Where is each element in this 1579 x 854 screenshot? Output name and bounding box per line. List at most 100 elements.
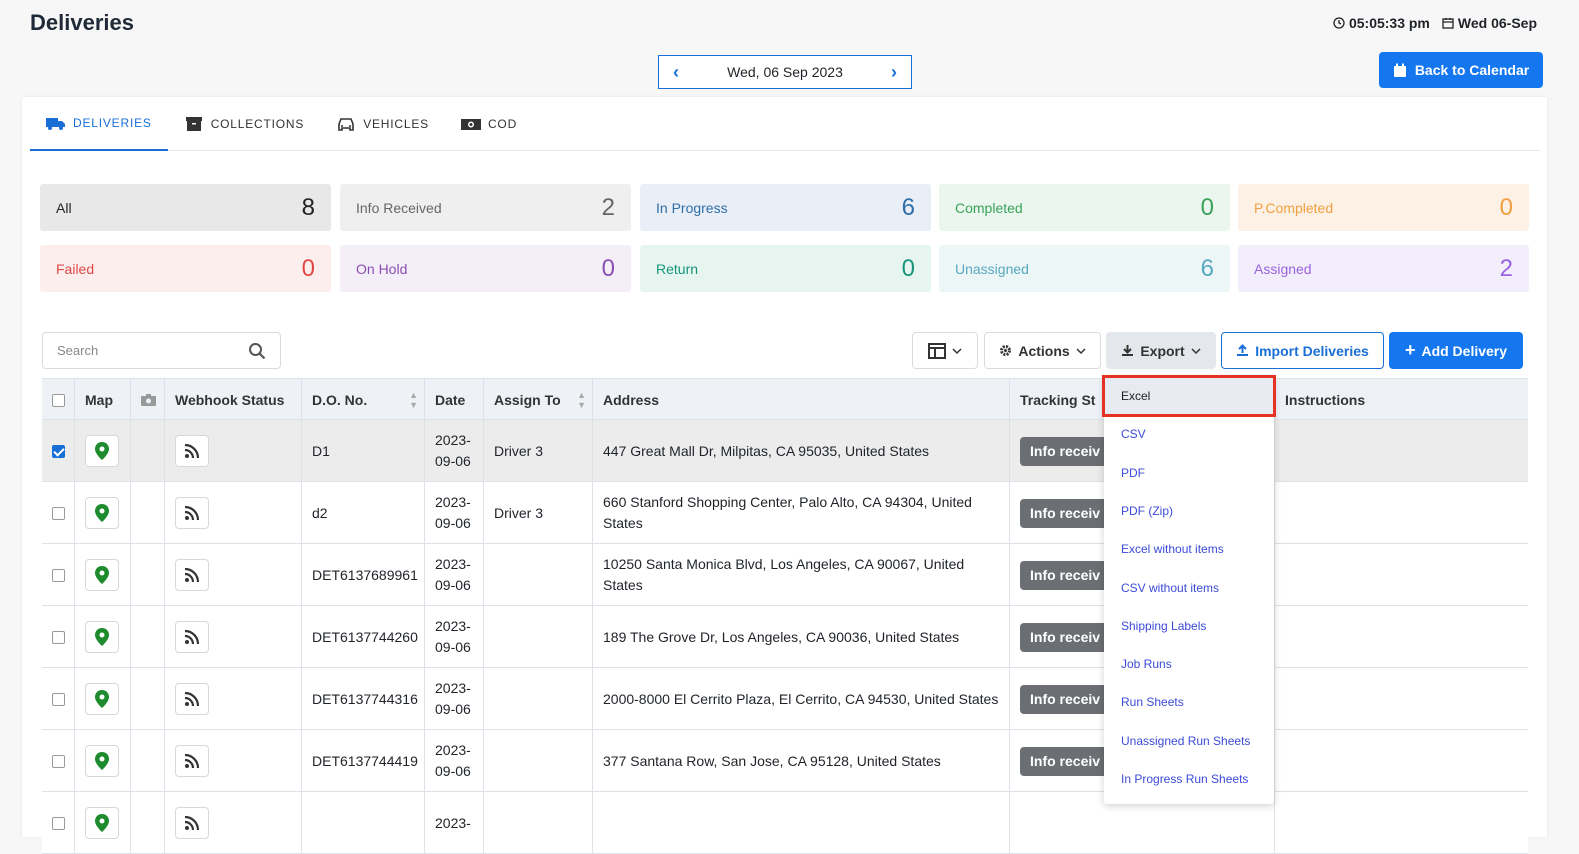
status-filter-in-progress[interactable]: In Progress 6 <box>640 184 931 231</box>
col-assign-to[interactable]: Assign To ▲ ▼ <box>484 379 593 421</box>
map-cell <box>75 606 131 668</box>
webhook-button[interactable] <box>175 683 209 715</box>
row-checkbox[interactable] <box>52 568 65 582</box>
webhook-button[interactable] <box>175 807 209 839</box>
tab-deliveries[interactable]: DELIVERIES <box>30 97 168 151</box>
status-filter-label: On Hold <box>356 260 408 277</box>
instructions <box>1275 544 1528 606</box>
table-row[interactable]: DET6137744419 2023- 09-06 377 Santana Row, … <box>42 730 1528 792</box>
current-date: Wed 06-Sep <box>1457 15 1537 31</box>
row-checkbox[interactable] <box>52 692 65 706</box>
col-date[interactable]: Date <box>425 379 484 421</box>
row-checkbox[interactable] <box>52 506 65 520</box>
col-address[interactable]: Address <box>593 379 1010 421</box>
search-icon <box>249 342 266 359</box>
search-input[interactable]: Search <box>42 332 281 369</box>
status-filter-all[interactable]: All 8 <box>40 184 331 231</box>
status-filter-failed[interactable]: Failed 0 <box>40 245 331 292</box>
do-number[interactable]: DET6137744316 <box>302 668 425 730</box>
map-button[interactable] <box>85 621 119 653</box>
export-option-unassigned-run-sheets[interactable]: Unassigned Run Sheets <box>1104 722 1274 760</box>
export-option-pdf-zip[interactable]: PDF (Zip) <box>1104 492 1274 530</box>
do-number[interactable]: DET6137689961 <box>302 544 425 606</box>
actions-button[interactable]: Actions <box>984 332 1101 369</box>
do-number[interactable]: D1 <box>302 420 425 482</box>
map-button[interactable] <box>85 435 119 467</box>
column-toggle-button[interactable] <box>912 332 978 369</box>
map-button[interactable] <box>85 559 119 591</box>
date-cell: 2023- <box>425 792 484 854</box>
row-checkbox[interactable] <box>52 816 65 830</box>
export-option-excel[interactable]: Excel <box>1102 375 1276 417</box>
webhook-button[interactable] <box>175 435 209 467</box>
tab-vehicles[interactable]: VEHICLES <box>320 97 445 151</box>
status-filter-unassigned[interactable]: Unassigned 6 <box>939 245 1230 292</box>
col-instructions[interactable]: Instructions <box>1275 379 1528 421</box>
export-option-shipping-labels[interactable]: Shipping Labels <box>1104 607 1274 645</box>
col-do-no[interactable]: D.O. No. ▲ ▼ <box>302 379 425 421</box>
table-row[interactable]: DET6137744316 2023- 09-06 2000-8000 El Cerr… <box>42 668 1528 730</box>
status-filter-label: All <box>56 199 72 216</box>
archive-icon <box>185 117 202 131</box>
do-number[interactable]: DET6137744419 <box>302 730 425 792</box>
export-option-job-runs[interactable]: Job Runs <box>1104 645 1274 683</box>
status-filter-count: 0 <box>1499 193 1513 221</box>
row-checkbox[interactable] <box>52 444 65 458</box>
back-to-calendar-button[interactable]: Back to Calendar <box>1379 52 1543 88</box>
status-filter-info-received[interactable]: Info Received 2 <box>340 184 631 231</box>
status-badge: Info receiv <box>1020 684 1111 714</box>
do-number[interactable]: DET6137744260 <box>302 606 425 668</box>
webhook-button[interactable] <box>175 497 209 529</box>
export-option-pdf[interactable]: PDF <box>1104 454 1274 492</box>
export-option-csv[interactable]: CSV <box>1104 415 1274 453</box>
status-filter-p-completed[interactable]: P.Completed 0 <box>1238 184 1529 231</box>
sort-icon[interactable]: ▲ ▼ <box>577 390 586 410</box>
map-button[interactable] <box>85 807 119 839</box>
do-number[interactable] <box>302 792 425 854</box>
export-option-in-progress-run-sheets[interactable]: In Progress Run Sheets <box>1104 760 1274 798</box>
table-row[interactable]: DET6137689961 2023- 09-06 10250 Santa Monic… <box>42 544 1528 606</box>
webhook-button[interactable] <box>175 621 209 653</box>
export-button[interactable]: Export <box>1106 332 1216 369</box>
select-all-checkbox[interactable] <box>52 393 65 407</box>
export-option-run-sheets[interactable]: Run Sheets <box>1104 683 1274 721</box>
photo-cell <box>131 544 165 606</box>
next-date-icon[interactable]: › <box>891 62 897 83</box>
map-button[interactable] <box>85 683 119 715</box>
add-delivery-button[interactable]: + Add Delivery <box>1389 332 1523 369</box>
status-filter-assigned[interactable]: Assigned 2 <box>1238 245 1529 292</box>
tab-cod[interactable]: COD <box>445 97 533 151</box>
map-button[interactable] <box>85 745 119 777</box>
date-cell: 2023- 09-06 <box>425 606 484 668</box>
do-number[interactable]: d2 <box>302 482 425 544</box>
col-map[interactable]: Map <box>75 379 131 421</box>
status-filter-return[interactable]: Return 0 <box>640 245 931 292</box>
map-pin-icon <box>95 814 109 832</box>
map-pin-icon <box>95 504 109 522</box>
sort-icon[interactable]: ▲ ▼ <box>409 390 418 410</box>
webhook-button[interactable] <box>175 559 209 591</box>
table-row[interactable]: d2 2023- 09-06 Driver 3 660 Stanford Shoppin… <box>42 482 1528 544</box>
status-filter-on-hold[interactable]: On Hold 0 <box>340 245 631 292</box>
table-row[interactable]: D1 2023- 09-06 Driver 3 447 Great Mall Dr, M… <box>42 420 1528 482</box>
address: 189 The Grove Dr, Los Angeles, CA 90036,… <box>593 606 1010 668</box>
tab-collections[interactable]: COLLECTIONS <box>168 97 321 151</box>
export-option-csv-without-items[interactable]: CSV without items <box>1104 569 1274 607</box>
status-filter-completed[interactable]: Completed 0 <box>939 184 1230 231</box>
table-row[interactable]: 2023- <box>42 792 1528 854</box>
export-option-excel-without-items[interactable]: Excel without items <box>1104 530 1274 568</box>
table-row[interactable]: DET6137744260 2023- 09-06 189 The Grove Dr,… <box>42 606 1528 668</box>
col-webhook-status[interactable]: Webhook Status <box>165 379 302 421</box>
map-button[interactable] <box>85 497 119 529</box>
col-do-no-label: D.O. No. <box>312 392 368 408</box>
webhook-button[interactable] <box>175 745 209 777</box>
prev-date-icon[interactable]: ‹ <box>673 62 679 83</box>
import-deliveries-button[interactable]: Import Deliveries <box>1221 332 1384 369</box>
row-checkbox[interactable] <box>52 754 65 768</box>
tab-label: COLLECTIONS <box>210 117 305 131</box>
row-checkbox[interactable] <box>52 630 65 644</box>
camera-icon <box>141 394 156 406</box>
car-icon <box>338 118 355 131</box>
tab-label: VEHICLES <box>363 117 429 131</box>
photo-cell <box>131 420 165 482</box>
